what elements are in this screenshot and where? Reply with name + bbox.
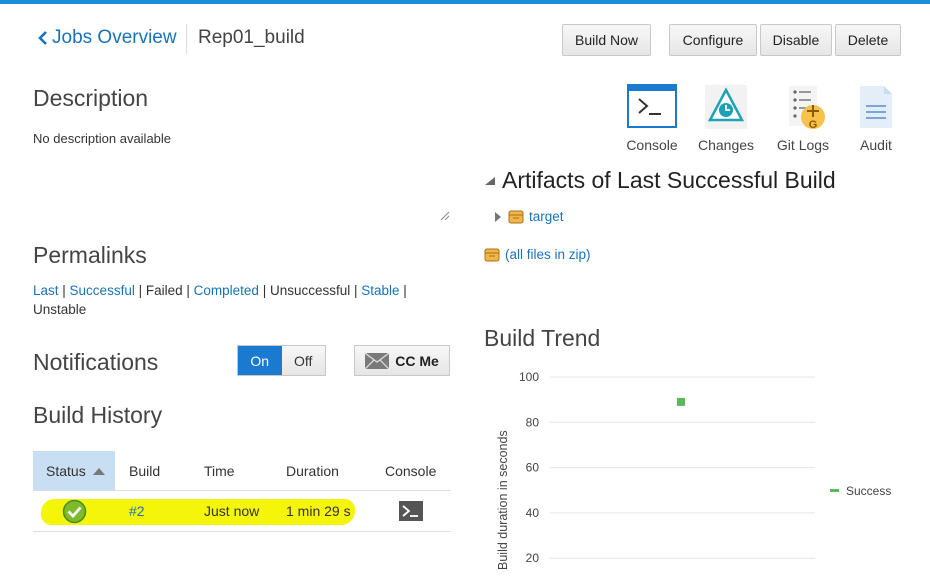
back-link-label: Jobs Overview <box>52 27 177 48</box>
toggle-on[interactable]: On <box>238 346 282 375</box>
column-header-time[interactable]: Time <box>204 463 235 479</box>
all-files-zip-label: (all files in zip) <box>505 247 591 262</box>
permalink-successful[interactable]: Successful <box>70 283 135 298</box>
legend-label: Success <box>846 484 891 498</box>
console-icon <box>627 84 677 128</box>
cc-me-label: CC Me <box>395 352 439 369</box>
cc-me-button[interactable]: CC Me <box>354 345 450 376</box>
column-header-console[interactable]: Console <box>385 463 436 479</box>
archive-box-icon <box>484 248 500 261</box>
permalink-completed[interactable]: Completed <box>194 283 259 298</box>
git-logs-icon: G <box>789 86 825 131</box>
y-tick-label: 40 <box>526 506 540 520</box>
envelope-icon <box>365 352 390 369</box>
build-duration: 1 min 29 s <box>286 503 351 519</box>
expand-triangle-icon[interactable] <box>494 211 502 223</box>
y-tick-label: 60 <box>526 461 540 475</box>
description-title: Description <box>33 85 149 111</box>
collapse-triangle-icon <box>485 176 495 185</box>
top-accent-bar <box>0 0 930 4</box>
build-trend-title: Build Trend <box>484 325 601 351</box>
permalink-failed: Failed <box>145 283 183 298</box>
all-files-zip-link[interactable]: (all files in zip) <box>484 247 591 262</box>
toggle-off[interactable]: Off <box>281 346 325 375</box>
tool-label: Changes <box>697 137 755 153</box>
configure-button[interactable]: Configure <box>669 24 757 56</box>
audit-document-icon <box>860 86 892 128</box>
back-link-jobs-overview[interactable]: Jobs Overview <box>34 27 177 49</box>
column-label: Status <box>46 462 86 479</box>
tool-changes[interactable]: Changes <box>691 84 761 153</box>
tool-console[interactable]: Console <box>617 84 687 153</box>
permalink-unstable: Unstable <box>33 302 87 317</box>
archive-box-icon <box>508 210 524 223</box>
permalink-unsuccessful: Unsuccessful <box>269 283 351 298</box>
y-tick-label: 20 <box>526 551 540 565</box>
column-header-status[interactable]: Status <box>33 451 115 490</box>
console-icon[interactable] <box>399 501 423 521</box>
y-tick-label: 100 <box>519 370 539 384</box>
description-text[interactable]: No description available <box>33 131 171 146</box>
permalinks-title: Permalinks <box>33 242 147 268</box>
disable-button[interactable]: Disable <box>760 24 832 56</box>
resize-grip-icon[interactable] <box>440 211 450 221</box>
build-history-table: Status Build Time Duration Console #2 Ju… <box>33 451 451 532</box>
y-tick-label: 80 <box>526 415 540 429</box>
table-header: Status Build Time Duration Console <box>33 451 451 490</box>
notifications-toggle[interactable]: On Off <box>237 345 326 376</box>
header-divider <box>186 24 187 54</box>
permalinks-list: Last | Successful | Failed | Completed |… <box>33 283 407 317</box>
job-name: Rep01_build <box>198 27 305 48</box>
changes-icon <box>705 85 747 129</box>
tool-label: Git Logs <box>776 137 830 153</box>
column-header-duration[interactable]: Duration <box>286 463 339 479</box>
build-trend-chart: Build duration in seconds 100 80 60 40 20 Succ… <box>496 370 891 570</box>
data-point <box>677 397 685 406</box>
column-header-build[interactable]: Build <box>129 463 160 479</box>
table-row[interactable]: #2 Just now 1 min 29 s <box>33 490 451 532</box>
notifications-title: Notifications <box>33 349 159 375</box>
permalink-last[interactable]: Last <box>33 283 59 298</box>
tool-label: Audit <box>860 137 892 153</box>
artifact-folder-label: target <box>529 209 564 224</box>
build-number-link[interactable]: #2 <box>129 503 145 519</box>
build-history-title: Build History <box>33 402 163 428</box>
success-check-icon <box>62 499 87 524</box>
y-axis-label: Build duration in seconds <box>496 430 510 570</box>
svg-text:G: G <box>809 119 818 131</box>
chevron-left-icon <box>38 31 47 45</box>
artifact-folder-target[interactable]: target <box>494 209 564 224</box>
tool-git-logs[interactable]: G Git Logs <box>768 84 838 153</box>
permalink-stable[interactable]: Stable <box>361 283 399 298</box>
tool-audit[interactable]: Audit <box>841 84 911 153</box>
build-time: Just now <box>204 503 260 519</box>
artifacts-title: Artifacts of Last Successful Build <box>502 167 836 193</box>
delete-button[interactable]: Delete <box>835 24 901 56</box>
tool-label: Console <box>626 137 678 153</box>
artifacts-section[interactable]: Artifacts of Last Successful Build <box>484 167 836 194</box>
build-now-button[interactable]: Build Now <box>562 24 651 56</box>
legend-swatch <box>830 489 839 492</box>
sort-ascending-icon <box>92 467 105 475</box>
